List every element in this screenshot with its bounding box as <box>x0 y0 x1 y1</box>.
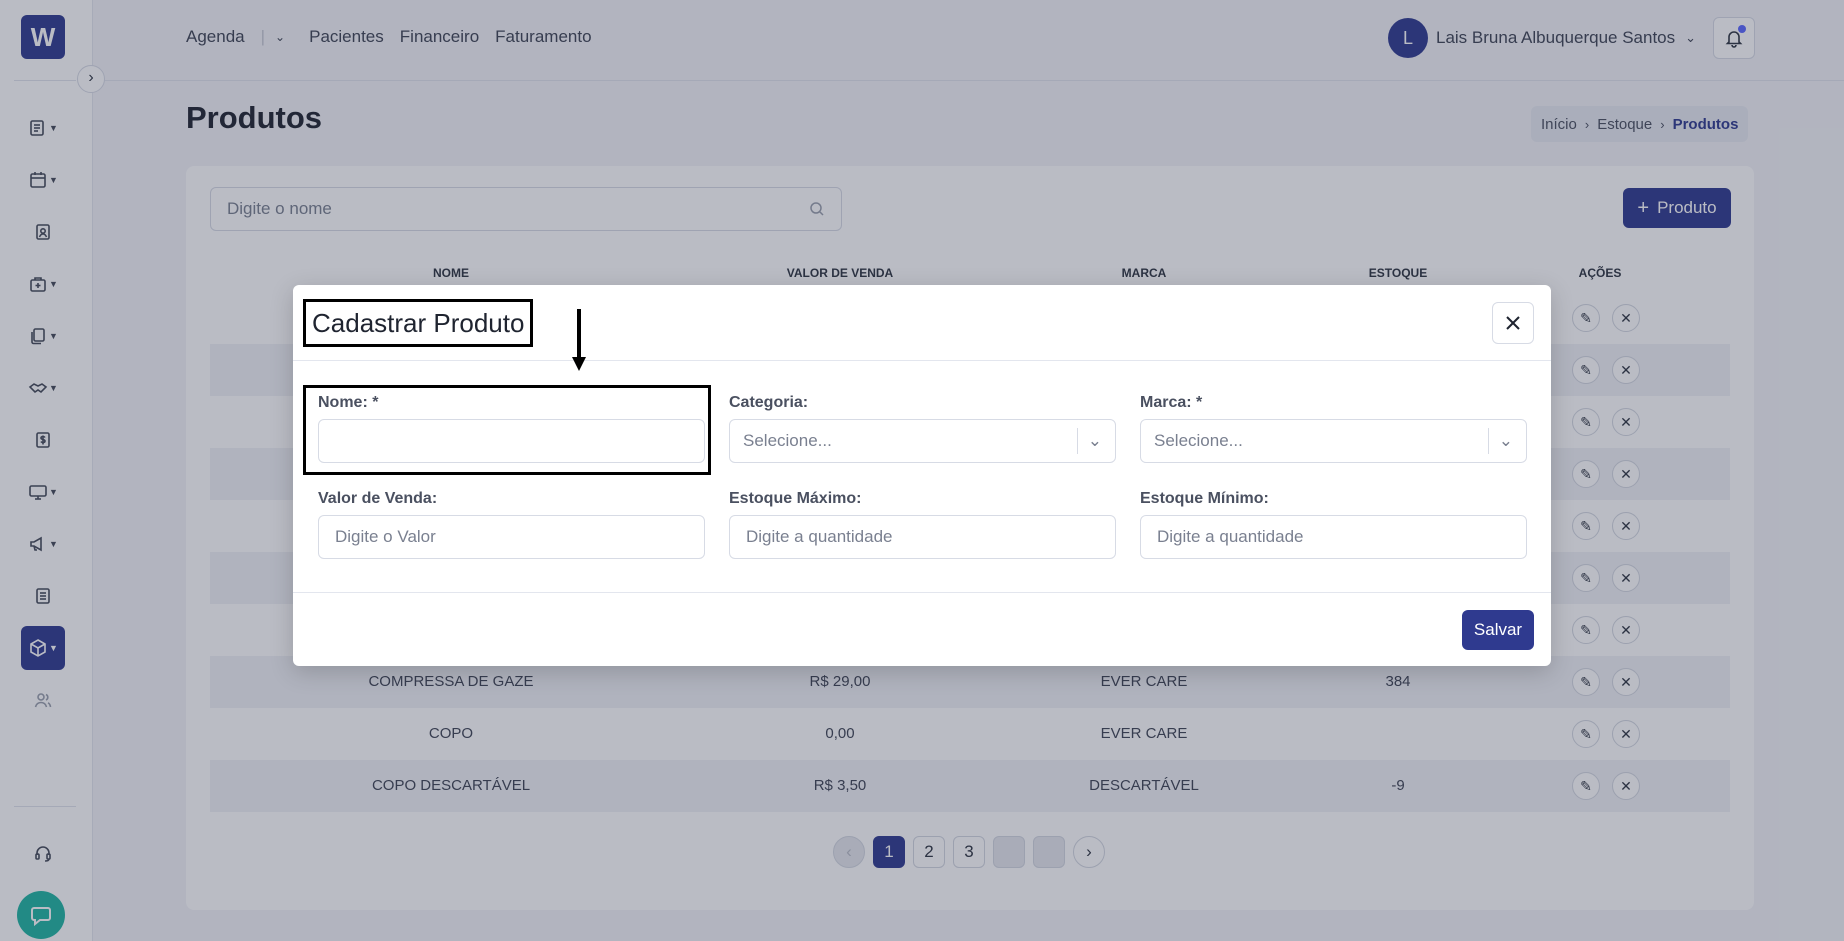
modal-title: Cadastrar Produto <box>303 299 534 347</box>
modal-header: Cadastrar Produto <box>293 285 1551 361</box>
nome-input[interactable] <box>318 419 705 463</box>
valor-venda-input[interactable] <box>318 515 705 559</box>
valor-venda-label: Valor de Venda: <box>318 490 438 507</box>
close-icon <box>1506 316 1520 330</box>
estoque-maximo-input[interactable] <box>729 515 1116 559</box>
estoque-maximo-label: Estoque Máximo: <box>729 490 862 507</box>
categoria-label: Categoria: <box>729 394 809 411</box>
modal-footer: Salvar <box>293 592 1551 667</box>
field-nome: Nome: * <box>318 394 705 463</box>
field-estoque-maximo: Estoque Máximo: <box>729 490 1116 559</box>
field-categoria: Categoria: Selecione... ⌄ <box>729 394 1116 463</box>
categoria-placeholder: Selecione... <box>743 431 832 450</box>
nome-label: Nome: * <box>318 394 379 411</box>
save-button[interactable]: Salvar <box>1462 610 1534 650</box>
field-estoque-minimo: Estoque Mínimo: <box>1140 490 1527 559</box>
categoria-select[interactable]: Selecione... ⌄ <box>729 419 1116 463</box>
marca-label: Marca: * <box>1140 394 1203 411</box>
field-marca: Marca: * Selecione... ⌄ <box>1140 394 1527 463</box>
marca-placeholder: Selecione... <box>1154 431 1243 450</box>
create-product-modal: Cadastrar Produto Nome: * Categoria: Sel… <box>293 285 1551 666</box>
annotation-arrow-icon <box>572 309 586 371</box>
chevron-down-icon: ⌄ <box>1076 428 1102 454</box>
field-valor-venda: Valor de Venda: <box>318 490 705 559</box>
marca-select[interactable]: Selecione... ⌄ <box>1140 419 1527 463</box>
chevron-down-icon: ⌄ <box>1487 428 1513 454</box>
estoque-minimo-label: Estoque Mínimo: <box>1140 490 1269 507</box>
close-button[interactable] <box>1492 302 1534 344</box>
estoque-minimo-input[interactable] <box>1140 515 1527 559</box>
